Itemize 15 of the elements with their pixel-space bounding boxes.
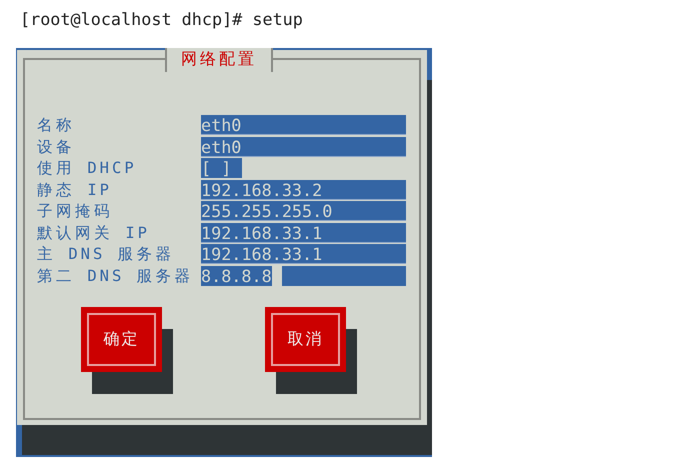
command-prompt: [root@localhost dhcp]# setup xyxy=(20,9,303,29)
field-label: 设备 xyxy=(37,136,76,156)
field-label: 名称 xyxy=(37,115,76,135)
field-label: 默认网关 IP xyxy=(37,222,151,242)
text-cursor xyxy=(272,266,282,286)
dialog-title: 网络配置 xyxy=(165,48,273,72)
field-label: 使用 DHCP xyxy=(37,158,138,178)
checkbox[interactable]: [ ] xyxy=(201,158,242,178)
dialog-button[interactable]: 取消 xyxy=(265,306,346,372)
input-field[interactable]: 8.8.8.8 xyxy=(201,266,406,286)
dialog-button[interactable]: 确定 xyxy=(81,306,162,372)
field-label: 子网掩码 xyxy=(37,201,114,221)
field-label: 静态 IP xyxy=(37,180,113,200)
field-label: 第二 DNS 服务器 xyxy=(37,266,195,286)
field-label: 主 DNS 服务器 xyxy=(37,244,176,264)
